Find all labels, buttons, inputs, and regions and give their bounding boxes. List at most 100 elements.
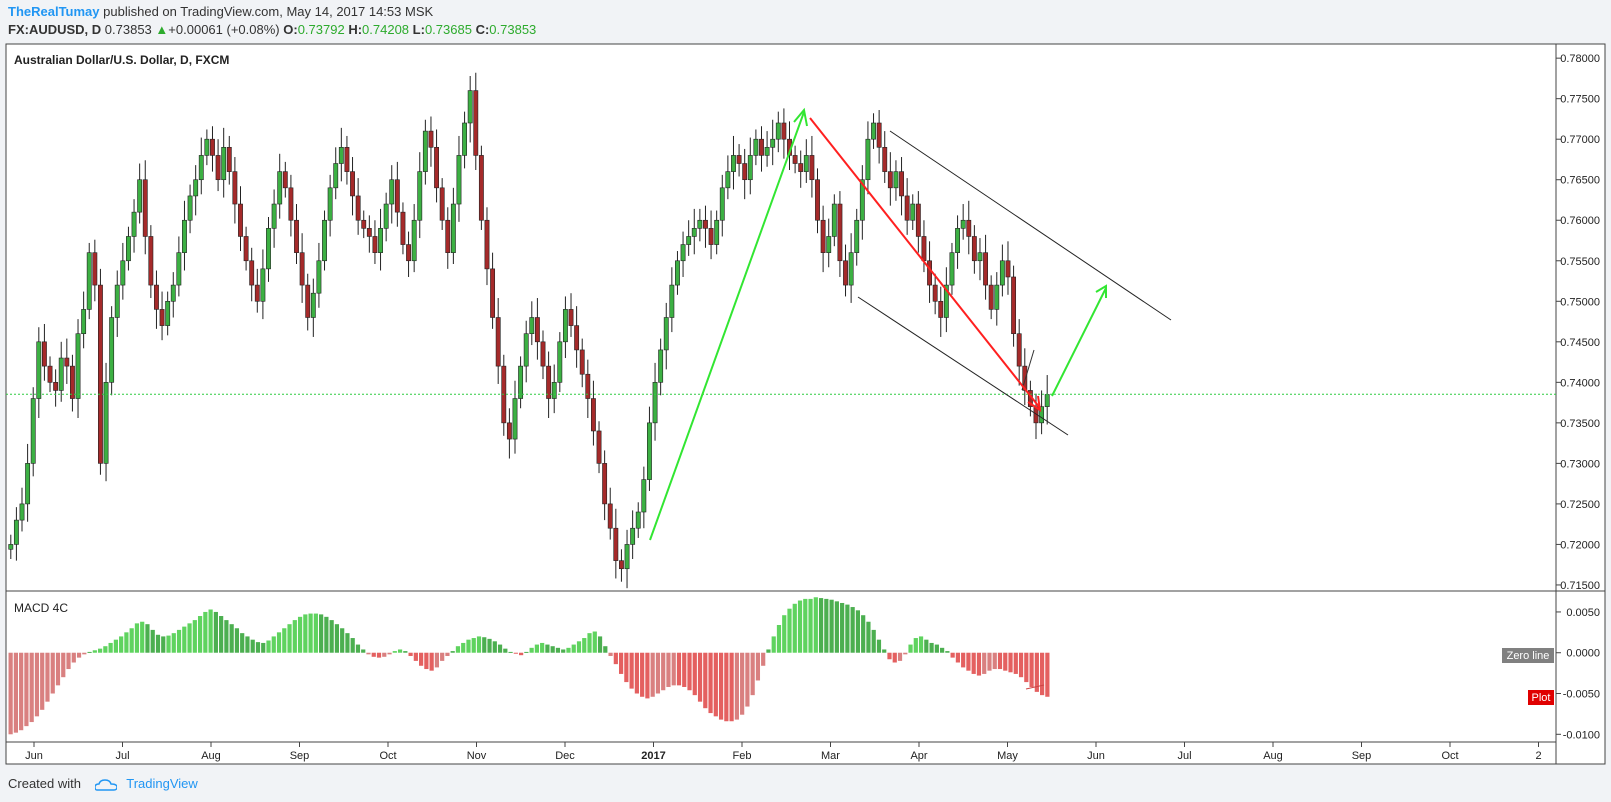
candle-down: [971, 236, 977, 262]
candle-down: [226, 147, 232, 172]
candle-down: [1022, 365, 1028, 391]
last-price: 0.73853: [104, 22, 152, 37]
chart-area[interactable]: Australian Dollar/U.S. Dollar, D, FXCM M…: [0, 0, 1611, 802]
candle-up: [126, 236, 131, 262]
macd-bar: [771, 636, 776, 653]
candle-up: [462, 122, 468, 156]
open-label: O:: [283, 22, 298, 37]
macd-bar: [55, 652, 61, 686]
candle-down: [585, 373, 591, 399]
author-link[interactable]: TheRealTumay: [8, 4, 100, 19]
macd-bar: [461, 642, 466, 653]
candle-down: [703, 219, 708, 229]
price-tick-label: 0.76000: [1560, 215, 1600, 227]
candle-down: [394, 179, 400, 213]
macd-bar: [197, 616, 203, 653]
created-with-label: Created with: [8, 776, 81, 791]
tradingview-link[interactable]: TradingView: [126, 776, 198, 791]
macd-bar: [829, 599, 834, 653]
candle-up: [450, 203, 456, 253]
candle-down: [400, 211, 406, 245]
candle-up: [523, 333, 529, 367]
macd-bar: [440, 652, 445, 661]
macd-bar: [918, 636, 924, 653]
macd-bar: [861, 615, 866, 653]
plot-badge: Plot: [1528, 690, 1554, 705]
time-tick-label: Sep: [290, 750, 310, 762]
candle-down: [355, 195, 361, 221]
macd-bar: [582, 638, 587, 653]
macd-tick-label: 0.0050: [1566, 607, 1600, 619]
candle-up: [137, 179, 143, 213]
main-chart-title: Australian Dollar/U.S. Dollar, D, FXCM: [14, 53, 229, 67]
candle-down: [445, 219, 451, 253]
price-tick-label: 0.72500: [1560, 499, 1600, 511]
candle-down: [366, 228, 372, 237]
macd-bar: [797, 600, 803, 653]
candle-down: [759, 138, 764, 156]
macd-bar: [392, 651, 397, 653]
candle-down: [238, 203, 243, 237]
macd-bar: [103, 646, 108, 653]
candle-up: [176, 252, 182, 286]
macd-bar: [161, 636, 166, 653]
macd-bar: [497, 644, 503, 653]
macd-bar: [287, 624, 292, 653]
macd-bar: [208, 609, 213, 653]
candle-down: [98, 284, 103, 464]
macd-bar: [261, 642, 266, 653]
macd-bar: [403, 651, 408, 653]
candle-up: [389, 179, 395, 205]
macd-bar: [61, 652, 66, 678]
macd-bar: [71, 652, 76, 663]
candle-down: [92, 252, 98, 286]
macd-bar: [782, 615, 787, 653]
macd-bar: [8, 652, 13, 735]
candle-up: [647, 422, 652, 480]
candle-up: [529, 317, 535, 335]
candle-up: [943, 284, 949, 318]
candle-down: [478, 155, 484, 221]
candle-down: [232, 171, 238, 205]
macd-bar: [150, 629, 155, 653]
time-tick-label: Jun: [25, 750, 43, 762]
candle-up: [641, 479, 647, 513]
macd-bar: [387, 652, 392, 655]
time-tick-label: Mar: [821, 750, 840, 762]
macd-title: MACD 4C: [14, 601, 68, 615]
candle-down: [254, 284, 260, 302]
macd-bar: [187, 623, 192, 653]
time-tick-label: Apr: [910, 750, 927, 762]
macd-bar: [729, 652, 734, 722]
macd-bar: [361, 649, 366, 653]
channel-lower-line: [857, 296, 1069, 436]
macd-bar: [108, 642, 113, 653]
candle-down: [798, 163, 804, 172]
macd-bar: [555, 647, 561, 653]
candle-down: [820, 219, 826, 253]
macd-bar: [787, 608, 792, 653]
tradingview-cloud-icon: [94, 778, 117, 791]
macd-bar: [803, 598, 808, 653]
candle-down: [495, 317, 501, 367]
candle-down: [837, 203, 843, 262]
macd-bar: [666, 652, 671, 687]
candle-up: [994, 284, 1000, 310]
candle-down: [210, 138, 215, 156]
price-axis: 0.78000 0.77500 0.77000 0.76500 0.76000 0.755…: [1556, 53, 1600, 592]
candle-up: [977, 252, 983, 262]
red-arrow-down: [809, 117, 1041, 409]
open-value: 0.73792: [297, 22, 345, 37]
macd-bar: [50, 652, 55, 694]
macd-bar: [882, 649, 887, 653]
macd-bar: [682, 652, 687, 687]
macd-bar: [471, 638, 476, 653]
macd-bar: [19, 652, 24, 731]
candle-up: [854, 219, 860, 253]
candle-down: [490, 268, 496, 318]
candle-up: [422, 130, 428, 172]
candle-down: [142, 179, 148, 237]
macd-bar: [529, 647, 534, 653]
macd-bar: [676, 652, 682, 686]
macd-bar: [724, 652, 729, 722]
